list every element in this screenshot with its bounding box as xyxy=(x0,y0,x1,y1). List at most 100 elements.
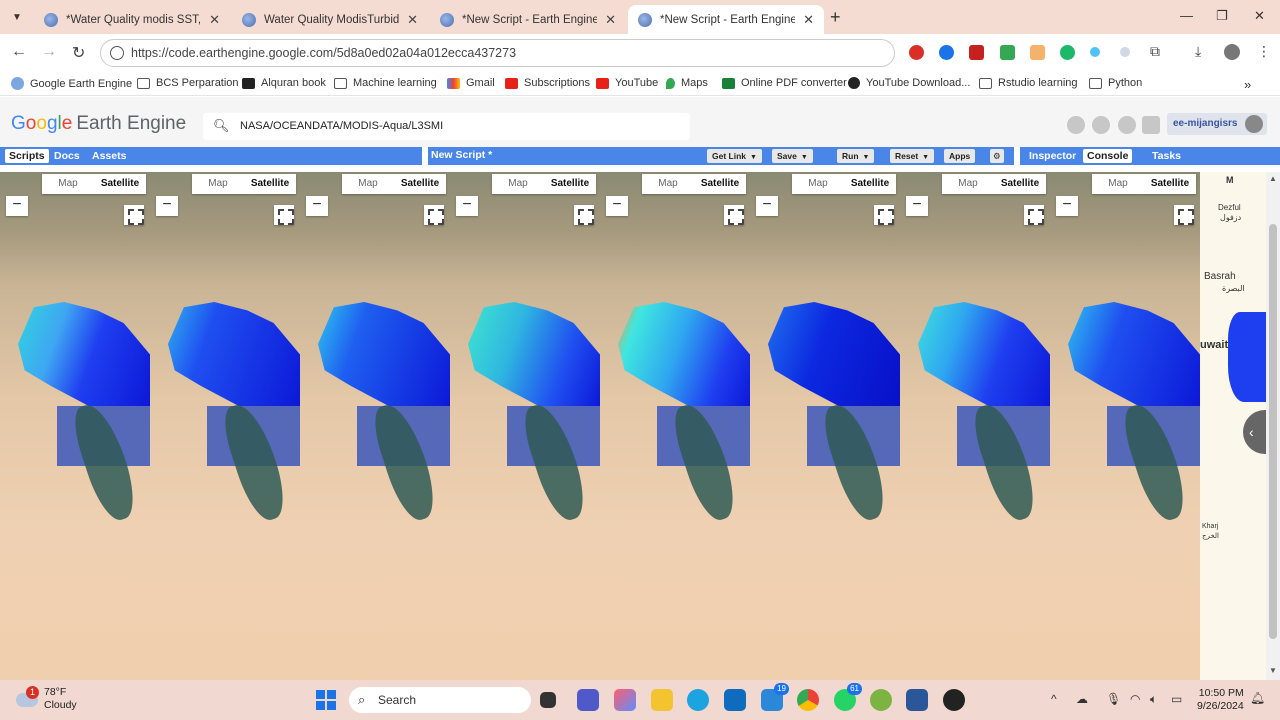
map-type-satellite[interactable]: Satellite xyxy=(94,174,146,194)
close-window-icon[interactable]: ✕ xyxy=(1254,8,1265,24)
edge-icon[interactable] xyxy=(687,689,709,711)
road-map-type-control[interactable]: M xyxy=(1226,175,1234,185)
tab-assets[interactable]: Assets xyxy=(88,149,130,163)
tab-inspector[interactable]: Inspector xyxy=(1025,149,1080,163)
bookmark-maps[interactable]: Maps xyxy=(666,77,708,89)
fullscreen-icon[interactable] xyxy=(274,205,294,225)
settings-gear-icon[interactable]: ⚙ xyxy=(990,149,1004,163)
bookmark-gmail[interactable]: Gmail xyxy=(447,77,495,89)
bookmark-folder-ml[interactable]: Machine learning xyxy=(334,77,437,89)
show-hidden-icons[interactable]: ^ xyxy=(1051,692,1057,706)
profile-avatar-icon[interactable] xyxy=(1224,44,1240,60)
file-explorer-icon[interactable] xyxy=(651,689,673,711)
minimize-icon[interactable]: — xyxy=(1180,8,1193,23)
scrollbar-thumb[interactable] xyxy=(1269,224,1277,639)
system-clock[interactable]: 10:50 PM 9/26/2024 xyxy=(1197,687,1244,713)
fullscreen-icon[interactable] xyxy=(1174,205,1194,225)
collapse-panel-chevron-icon[interactable]: ‹ xyxy=(1243,410,1266,454)
chevron-down-icon[interactable]: ▼ xyxy=(922,154,929,161)
bookmark-folder-rstudio[interactable]: Rstudio learning xyxy=(979,77,1078,89)
fullscreen-icon[interactable] xyxy=(124,205,144,225)
map-panel[interactable]: Map Satellite − xyxy=(600,172,750,680)
zoom-out-button[interactable]: − xyxy=(306,196,328,216)
map-type-satellite[interactable]: Satellite xyxy=(994,174,1046,194)
map-panel[interactable]: Map Satellite − xyxy=(450,172,600,680)
reload-icon[interactable]: ↻ xyxy=(72,43,85,63)
onedrive-icon[interactable]: ☁ xyxy=(1076,692,1088,706)
feedback-icon[interactable] xyxy=(1142,116,1160,134)
back-icon[interactable]: ← xyxy=(11,43,27,61)
restore-icon[interactable]: ❐ xyxy=(1216,8,1228,24)
weather-widget[interactable]: 1 78°F Cloudy xyxy=(16,686,77,712)
zoom-out-button[interactable]: − xyxy=(1056,196,1078,216)
map-type-satellite[interactable]: Satellite xyxy=(244,174,296,194)
map-panel[interactable]: Map Satellite − xyxy=(750,172,900,680)
word-icon[interactable] xyxy=(906,689,928,711)
road-map-panel[interactable]: M Dezful دزفول Basrah البصرة uwait Kharj… xyxy=(1200,172,1266,680)
map-type-map[interactable]: Map xyxy=(492,174,544,194)
browser-tab[interactable]: *New Script - Earth Engine Cod ✕ xyxy=(430,5,626,34)
browser-tab-active[interactable]: *New Script - Earth Engine Cod ✕ xyxy=(628,5,824,34)
map-panel[interactable]: Map Satellite − xyxy=(300,172,450,680)
close-tab-icon[interactable]: ✕ xyxy=(803,12,814,28)
fullscreen-icon[interactable] xyxy=(724,205,744,225)
tab-scripts[interactable]: Scripts xyxy=(5,149,49,163)
bookmark-youtube[interactable]: YouTube xyxy=(596,77,658,89)
chevron-down-icon[interactable]: ▼ xyxy=(801,154,808,161)
close-tab-icon[interactable]: ✕ xyxy=(605,12,616,28)
fullscreen-icon[interactable] xyxy=(874,205,894,225)
tab-docs[interactable]: Docs xyxy=(50,149,84,163)
extension-icon[interactable] xyxy=(909,45,924,60)
wifi-icon[interactable]: ◠ xyxy=(1130,692,1140,706)
address-bar[interactable]: https://code.earthengine.google.com/5d8a… xyxy=(100,39,895,67)
map-type-map[interactable]: Map xyxy=(42,174,94,194)
menu-kebab-icon[interactable]: ⋮ xyxy=(1257,43,1271,60)
extension-icon[interactable] xyxy=(939,45,954,60)
notifications-bell-icon[interactable]: 🔔︎ xyxy=(1250,691,1265,705)
volume-icon[interactable]: 🔈︎ xyxy=(1150,692,1157,707)
browser-tab[interactable]: Water Quality ModisTurbidity - ✕ xyxy=(232,5,428,34)
task-view-icon[interactable] xyxy=(540,692,556,708)
map-panel[interactable]: Map Satellite − xyxy=(900,172,1050,680)
page-scrollbar[interactable]: ▲ ▼ xyxy=(1266,172,1280,680)
reset-button[interactable]: Reset ▼ xyxy=(890,149,935,163)
map-panel[interactable]: Map Satellite − xyxy=(0,172,150,680)
zoom-out-button[interactable]: − xyxy=(906,196,928,216)
whatsapp-icon[interactable]: 61 xyxy=(834,683,862,711)
search-value[interactable]: NASA/OCEANDATA/MODIS-Aqua/L3SMI xyxy=(240,120,443,132)
map-type-satellite[interactable]: Satellite xyxy=(1144,174,1196,194)
qgis-icon[interactable] xyxy=(870,689,892,711)
map-type-map[interactable]: Map xyxy=(942,174,994,194)
teams-work-icon[interactable]: 19 xyxy=(761,683,789,711)
browser-tab[interactable]: *Water Quality modis SST, Chlo ✕ xyxy=(34,5,230,34)
zoom-out-button[interactable]: − xyxy=(606,196,628,216)
scroll-down-icon[interactable]: ▼ xyxy=(1269,666,1277,675)
bookmark-pdf-converter[interactable]: Online PDF converter xyxy=(722,77,847,89)
map-type-satellite[interactable]: Satellite xyxy=(844,174,896,194)
fullscreen-icon[interactable] xyxy=(574,205,594,225)
user-account-button[interactable]: ee-mijangisrs xyxy=(1167,113,1267,135)
map-type-satellite[interactable]: Satellite xyxy=(694,174,746,194)
download-icon[interactable]: ⤓ xyxy=(1195,43,1201,60)
tab-search-button[interactable]: ▼ xyxy=(6,6,28,28)
fullscreen-icon[interactable] xyxy=(1024,205,1044,225)
zoom-out-button[interactable]: − xyxy=(6,196,28,216)
script-title[interactable]: New Script * xyxy=(431,149,492,161)
bookmark-alquran[interactable]: Alquran book xyxy=(242,77,326,89)
teams-icon[interactable] xyxy=(577,689,599,711)
more-bookmarks-icon[interactable]: » xyxy=(1244,77,1251,92)
map-type-map[interactable]: Map xyxy=(342,174,394,194)
scroll-up-icon[interactable]: ▲ xyxy=(1269,174,1277,183)
bookmark-folder-bcs[interactable]: BCS Perparation xyxy=(137,77,239,89)
get-link-button[interactable]: Get Link ▼ xyxy=(707,149,762,163)
site-info-icon[interactable] xyxy=(110,46,124,60)
microphone-icon[interactable]: 🎙︎ xyxy=(1106,692,1121,706)
store-icon[interactable] xyxy=(724,689,746,711)
extensions-puzzle-icon[interactable]: ⧉ xyxy=(1150,43,1160,60)
bookmark-folder-python[interactable]: Python xyxy=(1089,77,1142,89)
bookmark-subscriptions[interactable]: Subscriptions xyxy=(505,77,590,89)
map-panel[interactable]: Map Satellite − xyxy=(150,172,300,680)
windows-start-icon[interactable] xyxy=(316,690,336,710)
media-app-icon[interactable] xyxy=(943,689,965,711)
run-button[interactable]: Run ▼ xyxy=(837,149,875,163)
